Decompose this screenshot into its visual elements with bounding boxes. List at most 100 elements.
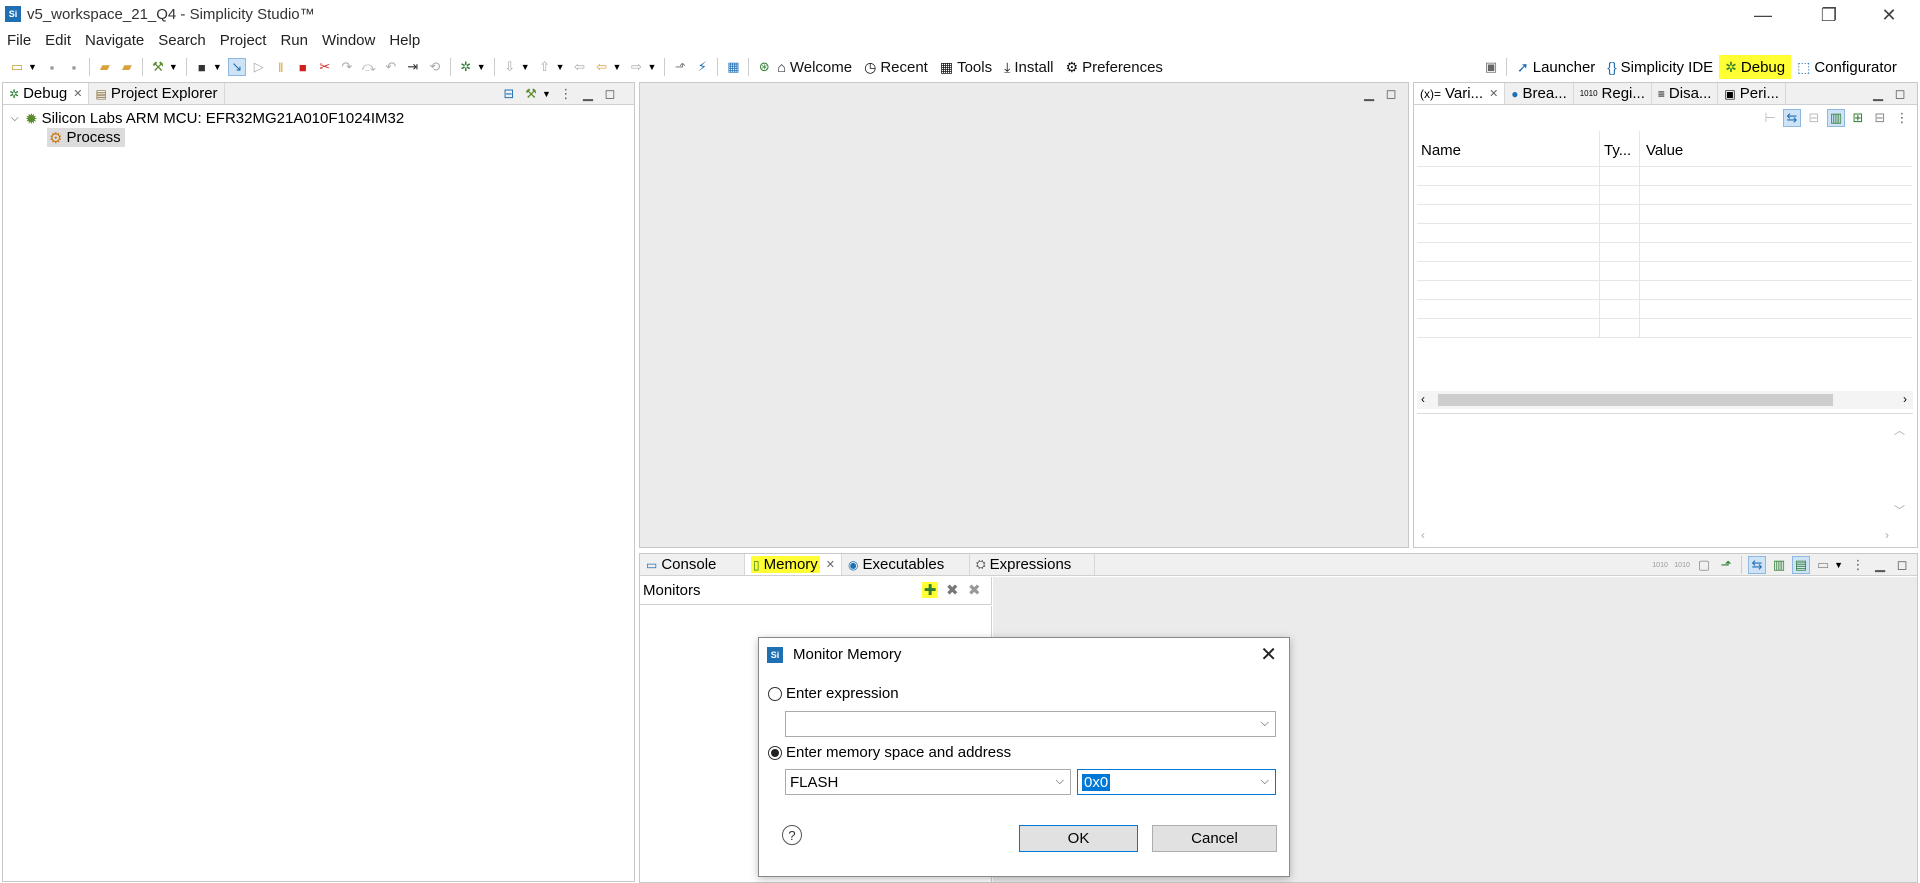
resume-icon[interactable]: ▷ bbox=[250, 58, 268, 76]
view-menu-icon[interactable]: ⋮ bbox=[557, 85, 575, 103]
close-tab-icon[interactable]: ✕ bbox=[826, 558, 835, 571]
maximize-view-icon[interactable]: ◻ bbox=[1893, 556, 1911, 574]
perspective-debug[interactable]: ✲ Debug bbox=[1719, 55, 1792, 79]
scroll-up-icon[interactable]: ︿ bbox=[1894, 422, 1905, 438]
ok-button[interactable]: OK bbox=[1019, 825, 1138, 852]
address-input[interactable]: 0x0 bbox=[1082, 773, 1111, 791]
chevron-down-icon[interactable]: ⌵ bbox=[1261, 775, 1269, 788]
scroll-right-icon[interactable]: › bbox=[1903, 392, 1907, 406]
scroll-right-icon[interactable]: › bbox=[1885, 528, 1889, 542]
tab-debug[interactable]: ✲ Debug ✕ bbox=[3, 83, 90, 104]
reset-icon[interactable]: ⟲ bbox=[426, 58, 444, 76]
menu-edit[interactable]: Edit bbox=[38, 30, 78, 52]
dialog-close-button[interactable]: ✕ bbox=[1260, 642, 1277, 667]
debug-launch-icon[interactable]: ⚒ bbox=[522, 85, 540, 103]
forward-icon[interactable]: ⇨ bbox=[627, 58, 645, 76]
last-edit-icon[interactable]: ⇦ bbox=[571, 58, 589, 76]
disconnect-icon[interactable]: ✂ bbox=[316, 58, 334, 76]
column-name[interactable]: Name bbox=[1417, 130, 1600, 167]
tools-link[interactable]: ▦ Tools bbox=[940, 59, 992, 76]
scrollbar-thumb[interactable] bbox=[1438, 394, 1833, 406]
save-all-icon[interactable]: ▪ bbox=[65, 58, 83, 76]
forward-dropdown-icon[interactable]: ▼ bbox=[647, 62, 656, 72]
save-icon[interactable]: ▪ bbox=[43, 58, 61, 76]
menu-navigate[interactable]: Navigate bbox=[78, 30, 151, 52]
toggle-monitors-icon[interactable]: ▤ bbox=[1792, 556, 1811, 574]
tree-item-mcu[interactable]: ⌵ ✹ Silicon Labs ARM MCU: EFR32MG21A010F… bbox=[11, 109, 634, 128]
tab-console[interactable]: ▭ Console bbox=[640, 554, 745, 575]
open-folder-icon[interactable]: ▰ bbox=[96, 58, 114, 76]
cancel-button[interactable]: Cancel bbox=[1152, 825, 1277, 852]
terminate-icon[interactable]: ■ bbox=[294, 58, 312, 76]
address-combo[interactable]: 0x0 ⌵ bbox=[1077, 769, 1276, 795]
close-tab-icon[interactable]: ✕ bbox=[73, 87, 82, 100]
camera-dropdown-icon[interactable]: ▼ bbox=[213, 62, 222, 72]
tree-item-process[interactable]: ⚙ Process bbox=[11, 128, 634, 147]
detail-pane[interactable]: ︿ ﹀ ‹ › bbox=[1417, 413, 1913, 543]
tab-executables[interactable]: ◉ Executables bbox=[842, 554, 970, 575]
close-tab-icon[interactable]: ✕ bbox=[1489, 87, 1498, 100]
minimize-view-icon[interactable]: ▁ bbox=[579, 85, 597, 103]
next-annotation-icon[interactable]: ⇩ bbox=[501, 58, 519, 76]
remove-all-monitors-icon[interactable]: ✖ bbox=[968, 581, 981, 599]
menu-help[interactable]: Help bbox=[382, 30, 427, 52]
minimize-view-icon[interactable]: ▁ bbox=[1360, 85, 1378, 103]
skip-breakpoints-icon[interactable]: ↘ bbox=[227, 58, 246, 76]
tab-registers[interactable]: 1010 Regi... bbox=[1573, 83, 1652, 104]
new-tab-icon[interactable]: ▢ bbox=[1695, 556, 1713, 574]
pin-dropdown-icon[interactable]: ▼ bbox=[1834, 560, 1843, 570]
instruction-stepping-icon[interactable]: ⇥ bbox=[404, 58, 422, 76]
column-type[interactable]: Ty... bbox=[1600, 130, 1640, 167]
show-type-names-icon[interactable]: ⊢ bbox=[1761, 109, 1779, 127]
menu-run[interactable]: Run bbox=[273, 30, 315, 52]
prev-annotation-icon[interactable]: ⇧ bbox=[536, 58, 554, 76]
show-logical-structure-icon[interactable]: ⇆ bbox=[1783, 109, 1801, 127]
chevron-down-icon[interactable]: ⌵ bbox=[1261, 717, 1269, 730]
collapse-all-icon[interactable]: ⊟ bbox=[500, 85, 518, 103]
close-window-button[interactable]: ✕ bbox=[1866, 2, 1912, 28]
perspective-launcher[interactable]: ➚ Launcher bbox=[1511, 55, 1601, 79]
tab-disassembly[interactable]: ≡ Disa... bbox=[1651, 83, 1719, 104]
debug-dropdown-icon[interactable]: ▼ bbox=[477, 62, 486, 72]
view-menu-icon[interactable]: ⋮ bbox=[1849, 556, 1867, 574]
minimize-view-icon[interactable]: ▁ bbox=[1871, 556, 1889, 574]
restore-button[interactable]: ❐ bbox=[1806, 2, 1852, 28]
minimize-button[interactable]: — bbox=[1740, 2, 1786, 28]
minimize-view-icon[interactable]: ▁ bbox=[1869, 85, 1887, 103]
scroll-left-icon[interactable]: ‹ bbox=[1421, 528, 1425, 542]
tab-memory[interactable]: ▯ Memory ✕ bbox=[745, 554, 842, 575]
memory-radio[interactable] bbox=[768, 745, 782, 760]
debug-icon[interactable]: ✲ bbox=[457, 58, 475, 76]
menu-file[interactable]: File bbox=[0, 30, 38, 52]
suspend-icon[interactable]: ‖ bbox=[272, 58, 290, 76]
horizontal-scrollbar[interactable]: ‹ › bbox=[1417, 391, 1913, 409]
new-dropdown-icon[interactable]: ▼ bbox=[28, 62, 37, 72]
step-over-icon[interactable]: ⤼ bbox=[360, 58, 378, 76]
debug-launch-dropdown-icon[interactable]: ▼ bbox=[542, 89, 551, 99]
camera-icon[interactable]: ■ bbox=[193, 58, 211, 76]
next-annotation-dropdown-icon[interactable]: ▼ bbox=[521, 62, 530, 72]
tab-expressions[interactable]: ⛭ Expressions bbox=[970, 554, 1095, 575]
recent-link[interactable]: ◷ Recent bbox=[864, 59, 928, 76]
maximize-view-icon[interactable]: ◻ bbox=[1891, 85, 1909, 103]
memory-view-icon[interactable]: ▦ bbox=[724, 58, 742, 76]
collapse-all-icon[interactable]: ⊟ bbox=[1805, 109, 1823, 127]
expression-option[interactable]: Enter expression bbox=[768, 685, 899, 702]
step-return-icon[interactable]: ↶ bbox=[382, 58, 400, 76]
menu-window[interactable]: Window bbox=[315, 30, 382, 52]
pin-editor-icon[interactable]: ⬏ bbox=[671, 58, 689, 76]
menu-project[interactable]: Project bbox=[213, 30, 274, 52]
tab-variables[interactable]: (x)= Vari... ✕ bbox=[1414, 83, 1506, 104]
build-icon[interactable]: ⚒ bbox=[149, 58, 167, 76]
perspective-simplicity-ide[interactable]: {} Simplicity IDE bbox=[1601, 55, 1719, 79]
open-perspective-icon[interactable]: ▣ bbox=[1482, 58, 1500, 76]
open-project-icon[interactable]: ▰ bbox=[118, 58, 136, 76]
export-icon[interactable]: 1010 bbox=[1673, 556, 1691, 574]
back-icon[interactable]: ⇦ bbox=[593, 58, 611, 76]
maximize-view-icon[interactable]: ◻ bbox=[1382, 85, 1400, 103]
view-menu-icon[interactable]: ⋮ bbox=[1893, 109, 1911, 127]
add-memory-monitor-icon[interactable]: ✚ bbox=[922, 582, 938, 599]
expression-combo[interactable]: ⌵ bbox=[785, 711, 1276, 737]
help-button[interactable]: ? bbox=[782, 825, 802, 845]
memory-option[interactable]: Enter memory space and address bbox=[768, 744, 1011, 761]
